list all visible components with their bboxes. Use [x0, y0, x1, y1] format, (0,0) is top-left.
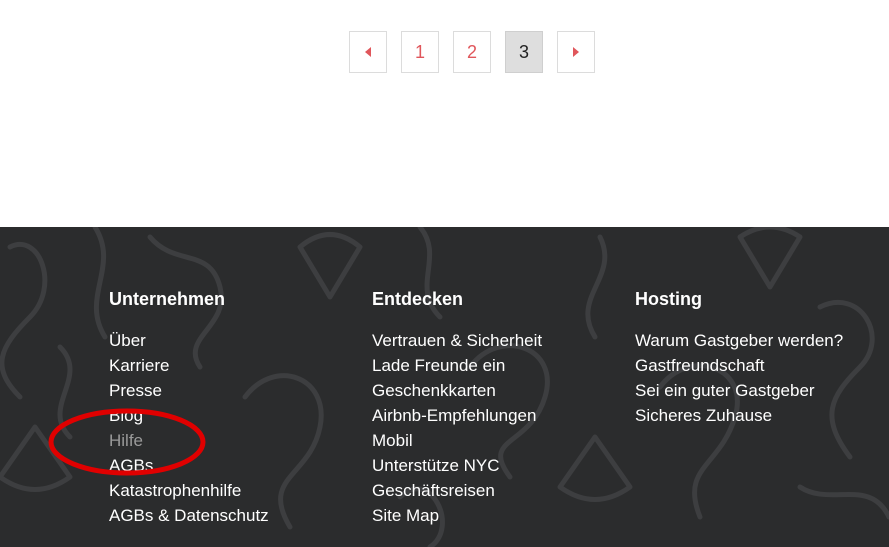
footer-link-site-map[interactable]: Site Map	[372, 503, 542, 528]
caret-left-icon	[365, 47, 371, 57]
content-area: 1 2 3	[0, 0, 889, 227]
footer-heading-hosting: Hosting	[635, 289, 702, 309]
footer-link-empfehlungen[interactable]: Airbnb-Empfehlungen	[372, 403, 542, 428]
footer-link-ueber[interactable]: Über	[109, 328, 269, 353]
footer-link-blog[interactable]: Blog	[109, 403, 269, 428]
footer-link-freunde-einladen[interactable]: Lade Freunde ein	[372, 353, 542, 378]
footer-link-geschenkkarten[interactable]: Geschenkkarten	[372, 378, 542, 403]
footer-link-vertrauen-sicherheit[interactable]: Vertrauen & Sicherheit	[372, 328, 542, 353]
footer-link-guter-gastgeber[interactable]: Sei ein guter Gastgeber	[635, 378, 843, 403]
footer-column-hosting: Hosting Warum Gastgeber werden? Gastfreu…	[635, 289, 843, 428]
footer-link-geschaeftsreisen[interactable]: Geschäftsreisen	[372, 478, 542, 503]
footer-link-mobil[interactable]: Mobil	[372, 428, 542, 453]
footer-link-presse[interactable]: Presse	[109, 378, 269, 403]
footer-link-sicheres-zuhause[interactable]: Sicheres Zuhause	[635, 403, 843, 428]
footer-link-gastfreundschaft[interactable]: Gastfreundschaft	[635, 353, 843, 378]
footer-column-discover: Entdecken Vertrauen & Sicherheit Lade Fr…	[372, 289, 542, 528]
footer-link-karriere[interactable]: Karriere	[109, 353, 269, 378]
pagination: 1 2 3	[349, 31, 595, 73]
page-2-button[interactable]: 2	[453, 31, 491, 73]
footer-link-hilfe[interactable]: Hilfe	[109, 428, 269, 453]
prev-page-button[interactable]	[349, 31, 387, 73]
footer-link-unterstuetze-nyc[interactable]: Unterstütze NYC	[372, 453, 542, 478]
next-page-button[interactable]	[557, 31, 595, 73]
footer-column-company: Unternehmen Über Karriere Presse Blog Hi…	[109, 289, 269, 528]
footer-heading-company: Unternehmen	[109, 289, 226, 309]
footer-link-agbs[interactable]: AGBs	[109, 453, 269, 478]
page-3-button-current: 3	[505, 31, 543, 73]
footer-heading-discover: Entdecken	[372, 289, 464, 309]
site-footer: Unternehmen Über Karriere Presse Blog Hi…	[0, 227, 889, 547]
footer-link-agbs-datenschutz[interactable]: AGBs & Datenschutz	[109, 503, 269, 528]
footer-link-gastgeber-werden[interactable]: Warum Gastgeber werden?	[635, 328, 843, 353]
caret-right-icon	[573, 47, 579, 57]
page-1-button[interactable]: 1	[401, 31, 439, 73]
footer-link-katastrophenhilfe[interactable]: Katastrophenhilfe	[109, 478, 269, 503]
